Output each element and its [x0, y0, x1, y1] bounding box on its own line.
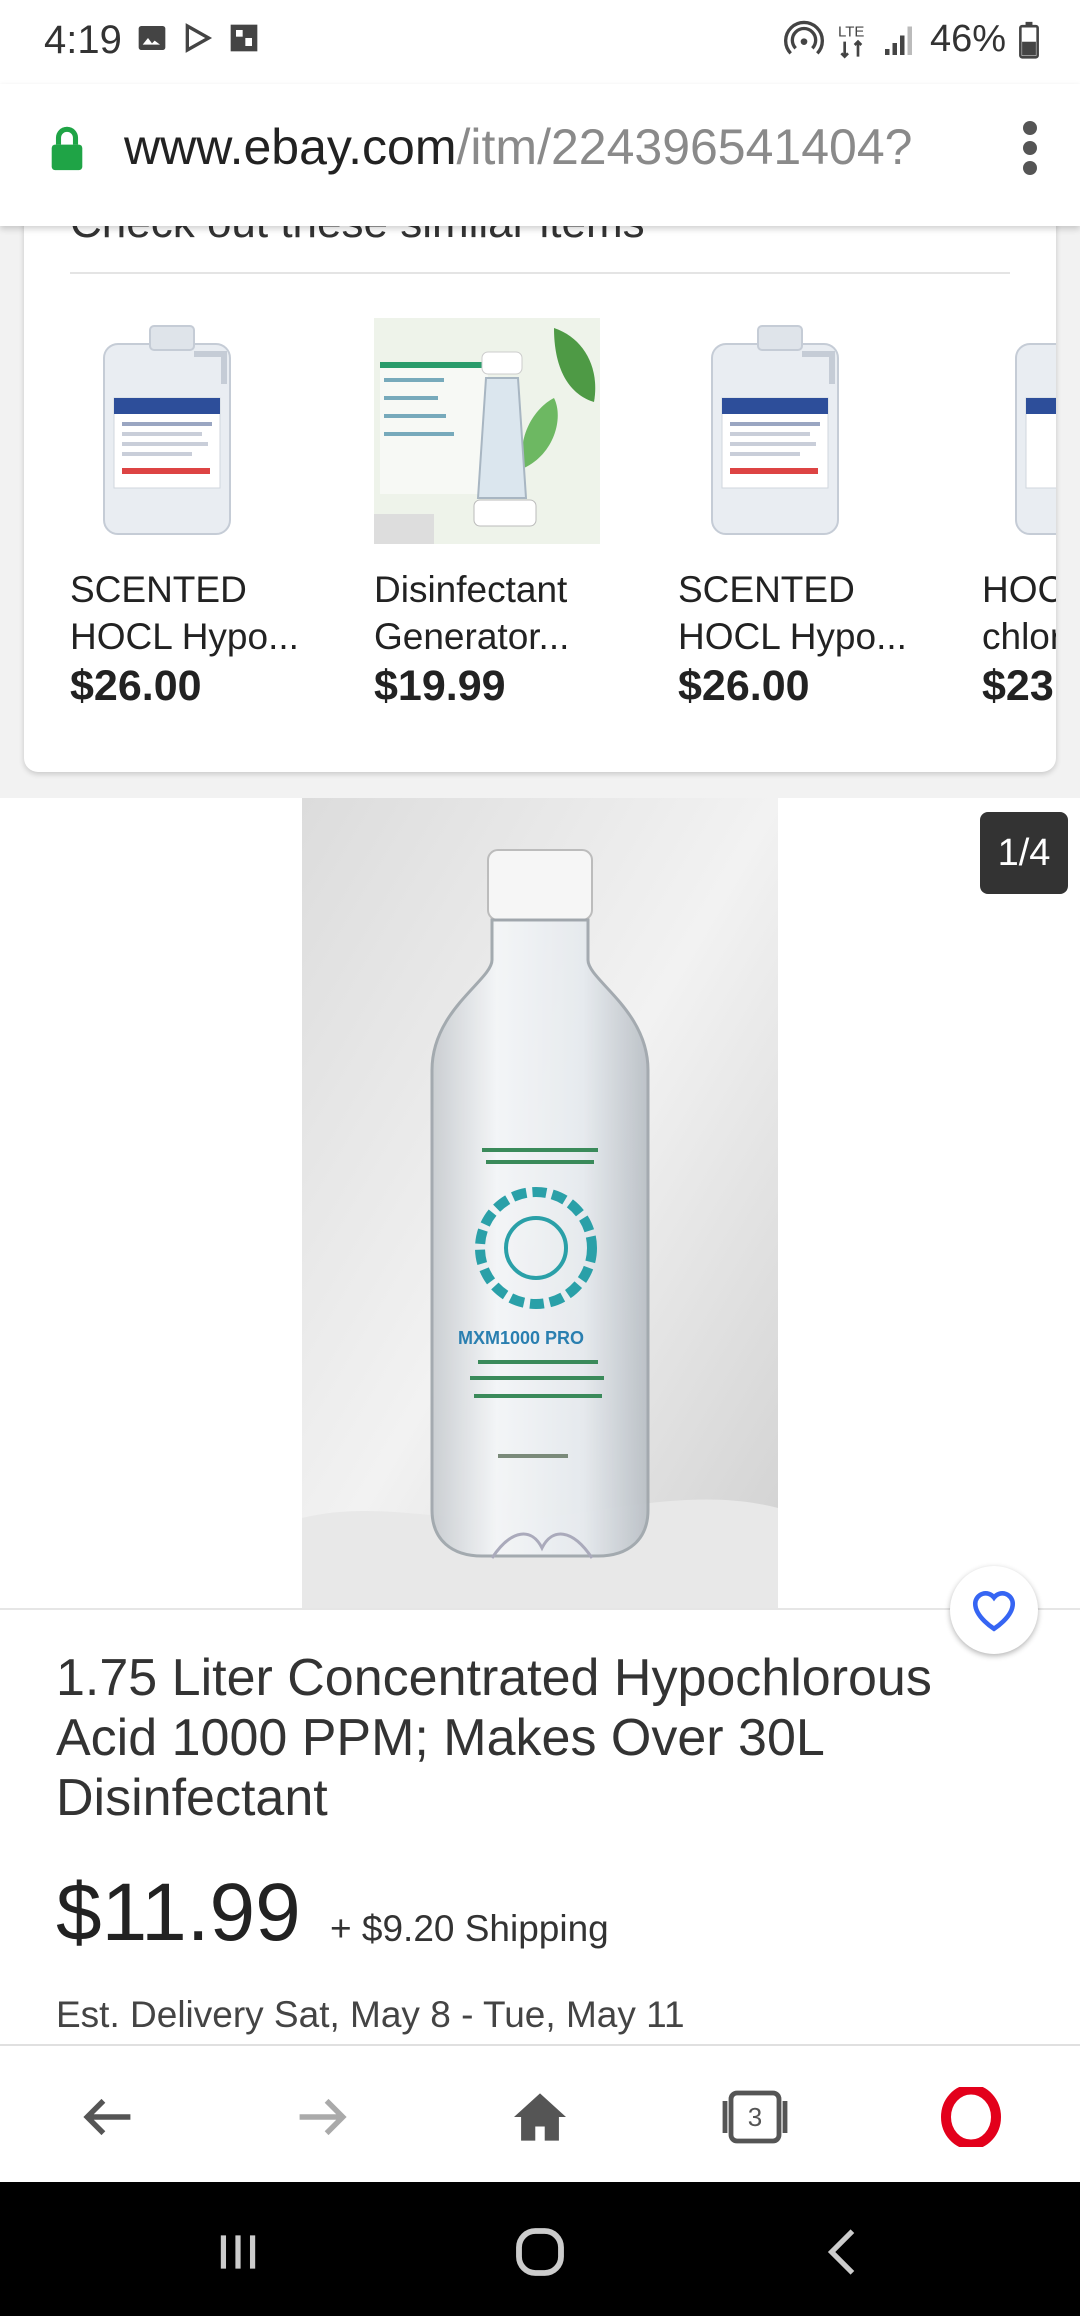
product-price: $11.99: [56, 1867, 301, 1958]
address-bar[interactable]: www.ebay.com/itm/224396541404?: [0, 84, 1080, 226]
item-title-line2: HOCL Hypo...: [678, 616, 907, 657]
tabs-button[interactable]: 3: [710, 2072, 800, 2162]
signal-icon: [884, 26, 912, 55]
item-price: $23: [982, 662, 1054, 710]
status-bar: 4:19 LTE 46%: [0, 0, 1080, 84]
shipping-cost: + $9.20 Shipping: [330, 1908, 609, 1949]
svg-text:LTE: LTE: [838, 23, 864, 40]
svg-text:MXM1000 PRO: MXM1000 PRO: [458, 1328, 584, 1348]
url-text[interactable]: www.ebay.com/itm/224396541404?: [124, 118, 912, 176]
battery-icon: [1019, 21, 1039, 59]
item-title-line2: HOCL Hypo...: [70, 616, 299, 657]
back-system-button[interactable]: [802, 2212, 882, 2292]
url-path: /itm/224396541404?: [456, 119, 913, 175]
watch-button[interactable]: [950, 1566, 1038, 1654]
product-title: 1.75 Liter Concentrated Hypochlorous Aci…: [56, 1649, 932, 1827]
recents-icon: [220, 2235, 256, 2269]
similar-item[interactable]: SCENTED HOCL Hypo... $26.00: [678, 318, 918, 711]
lte-icon: LTE: [838, 23, 864, 59]
item-title-line1: SCENTED: [678, 569, 855, 610]
tab-count: 3: [747, 2101, 763, 2132]
status-right: LTE 46%: [783, 18, 1040, 61]
estimated-delivery: Est. Delivery Sat, May 8 - Tue, May 11: [56, 1994, 685, 2035]
item-title-line1: Disinfectant: [374, 569, 568, 610]
forward-button[interactable]: [278, 2072, 368, 2162]
play-store-icon: [185, 23, 213, 53]
browser-bottom-nav: 3: [0, 2044, 1080, 2184]
arrow-left-icon: [83, 2098, 131, 2136]
item-price: $19.99: [374, 662, 506, 710]
item-price: $26.00: [678, 662, 810, 710]
arrow-right-icon: [299, 2098, 347, 2136]
home-circle-icon: [516, 2228, 564, 2276]
similar-items-card: Check out these similar items SCENTED: [24, 200, 1056, 772]
url-domain: www.ebay.com: [124, 119, 457, 175]
image-counter: 1/4: [980, 812, 1068, 894]
hotspot-icon: [783, 20, 824, 54]
home-icon: [514, 2093, 566, 2141]
item-title-line2: Generator...: [374, 616, 570, 657]
divider: [0, 1608, 1080, 1610]
item-title-line2: chlor: [982, 616, 1056, 657]
opera-menu-button[interactable]: [926, 2072, 1016, 2162]
product-gallery[interactable]: MXM1000 PRO 1/4: [0, 798, 1080, 1608]
similar-item[interactable]: HOC chlor $23: [982, 318, 1056, 711]
generator-image: [374, 318, 600, 544]
home-button[interactable]: [495, 2072, 585, 2162]
similar-item[interactable]: SCENTED HOCL Hypo... $26.00: [70, 318, 310, 711]
product-bottle-image[interactable]: MXM1000 PRO: [302, 798, 778, 1608]
status-time: 4:19: [44, 18, 122, 62]
chevron-left-icon: [827, 2229, 855, 2275]
battery-percent: 46%: [929, 18, 1006, 60]
jug-image: [678, 318, 904, 544]
back-button[interactable]: [62, 2072, 152, 2162]
heart-icon: [972, 1591, 1016, 1632]
recents-button[interactable]: [198, 2212, 278, 2292]
similar-items-section: Check out these similar items SCENTED: [0, 200, 1080, 798]
notification-icons: [136, 22, 260, 54]
item-title-line1: SCENTED: [70, 569, 247, 610]
lock-icon: [51, 126, 83, 171]
gallery-icon: [138, 26, 166, 50]
jug-image: [982, 318, 1056, 544]
home-system-button[interactable]: [500, 2212, 580, 2292]
system-nav-bar: [0, 2182, 1080, 2316]
opera-logo-icon: [941, 2087, 1001, 2147]
jug-image: [70, 318, 296, 544]
similar-item[interactable]: Disinfectant Generator... $19.99: [374, 318, 614, 711]
divider: [70, 272, 1010, 274]
app-notification-icon: [230, 24, 258, 52]
item-price: $26.00: [70, 662, 202, 710]
more-options-icon[interactable]: [1010, 118, 1050, 178]
item-title-line1: HOC: [982, 569, 1056, 610]
